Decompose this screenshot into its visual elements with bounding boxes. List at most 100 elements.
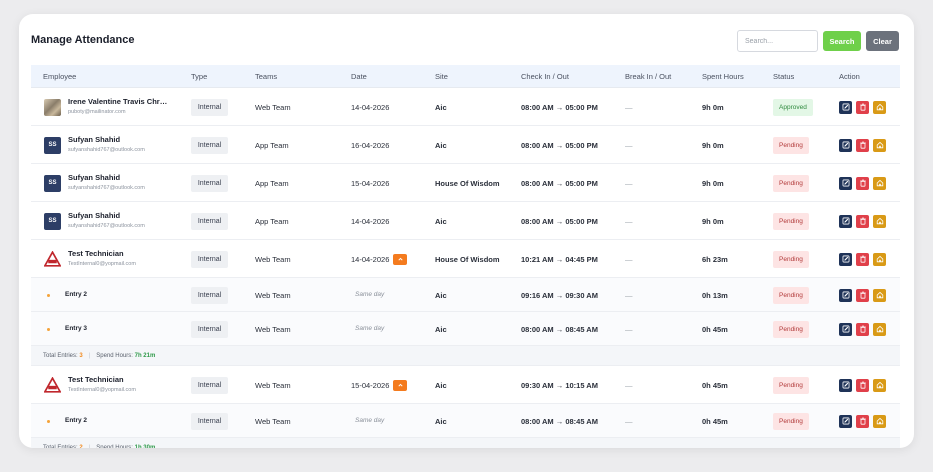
- break-cell: —: [625, 380, 633, 390]
- site-button[interactable]: [873, 288, 886, 302]
- trash-icon: [859, 217, 866, 225]
- home-icon: [876, 103, 883, 111]
- break-cell: —: [625, 290, 633, 300]
- total-entries-label: Total Entries:: [43, 445, 80, 448]
- break-cell: —: [625, 254, 633, 264]
- delete-button[interactable]: [856, 414, 869, 428]
- edit-icon: [842, 141, 849, 149]
- employee-email: sufyanshahid767@outlook.com: [68, 147, 145, 153]
- search-button[interactable]: Search: [823, 31, 861, 51]
- type-badge: Internal: [191, 98, 228, 116]
- entry-name: Entry 2: [65, 417, 88, 424]
- home-icon: [876, 291, 883, 299]
- type-badge: Internal: [191, 136, 228, 154]
- delete-button[interactable]: [856, 214, 869, 228]
- entry-dot: [47, 293, 50, 297]
- column-header-status: Status: [773, 72, 795, 81]
- employee-name: Test Technician: [68, 375, 124, 384]
- avatar: SS: [44, 174, 61, 192]
- delete-button[interactable]: [856, 322, 869, 336]
- type-badge: Internal: [191, 320, 228, 338]
- spent-hours-cell: 0h 13m: [702, 290, 728, 300]
- team-cell: Web Team: [255, 254, 291, 264]
- home-icon: [876, 141, 883, 149]
- column-header-employee: Employee: [43, 72, 77, 81]
- spent-hours-cell: 6h 23m: [702, 254, 728, 264]
- row-actions: [839, 252, 886, 266]
- team-cell: Web Team: [255, 324, 291, 334]
- search-input[interactable]: [737, 30, 818, 52]
- total-row: Total Entries: 2 | Spend Hours: 1h 30m: [31, 438, 900, 448]
- page-title: Manage Attendance: [31, 34, 135, 46]
- check-in-out-cell: 09:16 AM → 09:30 AM: [521, 290, 598, 300]
- site-button[interactable]: [873, 176, 886, 190]
- delete-button[interactable]: [856, 176, 869, 190]
- edit-button[interactable]: [839, 176, 852, 190]
- edit-icon: [842, 417, 849, 425]
- edit-button[interactable]: [839, 322, 852, 336]
- home-icon: [876, 381, 883, 389]
- site-button[interactable]: [873, 322, 886, 336]
- edit-button[interactable]: [839, 378, 852, 392]
- row-actions: [839, 100, 886, 114]
- trash-icon: [859, 141, 866, 149]
- edit-button[interactable]: [839, 138, 852, 152]
- edit-button[interactable]: [839, 100, 852, 114]
- site-button[interactable]: [873, 252, 886, 266]
- edit-button[interactable]: [839, 214, 852, 228]
- edit-icon: [842, 179, 849, 187]
- site-button[interactable]: [873, 214, 886, 228]
- row-actions: [839, 214, 886, 228]
- check-in-out-cell: 08:00 AM → 05:00 PM: [521, 178, 598, 188]
- trash-icon: [859, 103, 866, 111]
- break-cell: —: [625, 102, 633, 112]
- site-button[interactable]: [873, 138, 886, 152]
- entry-row: Entry 3 Internal Web Team Same day Aic 08:00 …: [31, 312, 900, 346]
- entry-name: Entry 3: [65, 325, 88, 332]
- home-icon: [876, 325, 883, 333]
- spend-hours-label: Spend Hours:: [96, 445, 135, 448]
- edit-icon: [842, 325, 849, 333]
- check-in-out-cell: 08:00 AM → 05:00 PM: [521, 216, 598, 226]
- spent-hours-cell: 0h 45m: [702, 380, 728, 390]
- status-badge: Pending: [773, 412, 809, 430]
- site-button[interactable]: [873, 100, 886, 114]
- spent-hours-cell: 9h 0m: [702, 216, 724, 226]
- clear-button[interactable]: Clear: [866, 31, 899, 51]
- total-entries-label: Total Entries:: [43, 353, 80, 359]
- type-badge: Internal: [191, 412, 228, 430]
- site-button[interactable]: [873, 378, 886, 392]
- expand-toggle-button[interactable]: [393, 379, 407, 391]
- delete-button[interactable]: [856, 138, 869, 152]
- delete-button[interactable]: [856, 100, 869, 114]
- expand-toggle-button[interactable]: [393, 253, 407, 265]
- status-badge: Pending: [773, 136, 809, 154]
- home-icon: [876, 255, 883, 263]
- row-actions: [839, 414, 886, 428]
- site-button[interactable]: [873, 414, 886, 428]
- edit-button[interactable]: [839, 288, 852, 302]
- break-cell: —: [625, 178, 633, 188]
- entry-row: Entry 2 Internal Web Team Same day Aic 09:16 …: [31, 278, 900, 312]
- edit-button[interactable]: [839, 414, 852, 428]
- trash-icon: [859, 291, 866, 299]
- entry-dot: [47, 419, 50, 423]
- spend-hours-value: 7h 21m: [134, 353, 156, 359]
- trash-icon: [859, 255, 866, 263]
- spent-hours-cell: 0h 45m: [702, 416, 728, 426]
- spend-hours-value: 1h 30m: [134, 445, 156, 448]
- edit-icon: [842, 255, 849, 263]
- date-cell: 14-04-2026: [351, 254, 390, 264]
- break-cell: —: [625, 416, 633, 426]
- edit-button[interactable]: [839, 252, 852, 266]
- warning-icon: [44, 377, 61, 394]
- delete-button[interactable]: [856, 252, 869, 266]
- separator: |: [88, 353, 91, 359]
- employee-email: sufyanshahid767@outlook.com: [68, 223, 145, 229]
- home-icon: [876, 179, 883, 187]
- delete-button[interactable]: [856, 378, 869, 392]
- row-actions: [839, 288, 886, 302]
- avatar: [44, 98, 61, 116]
- delete-button[interactable]: [856, 288, 869, 302]
- site-cell: House Of Wisdom: [435, 178, 500, 188]
